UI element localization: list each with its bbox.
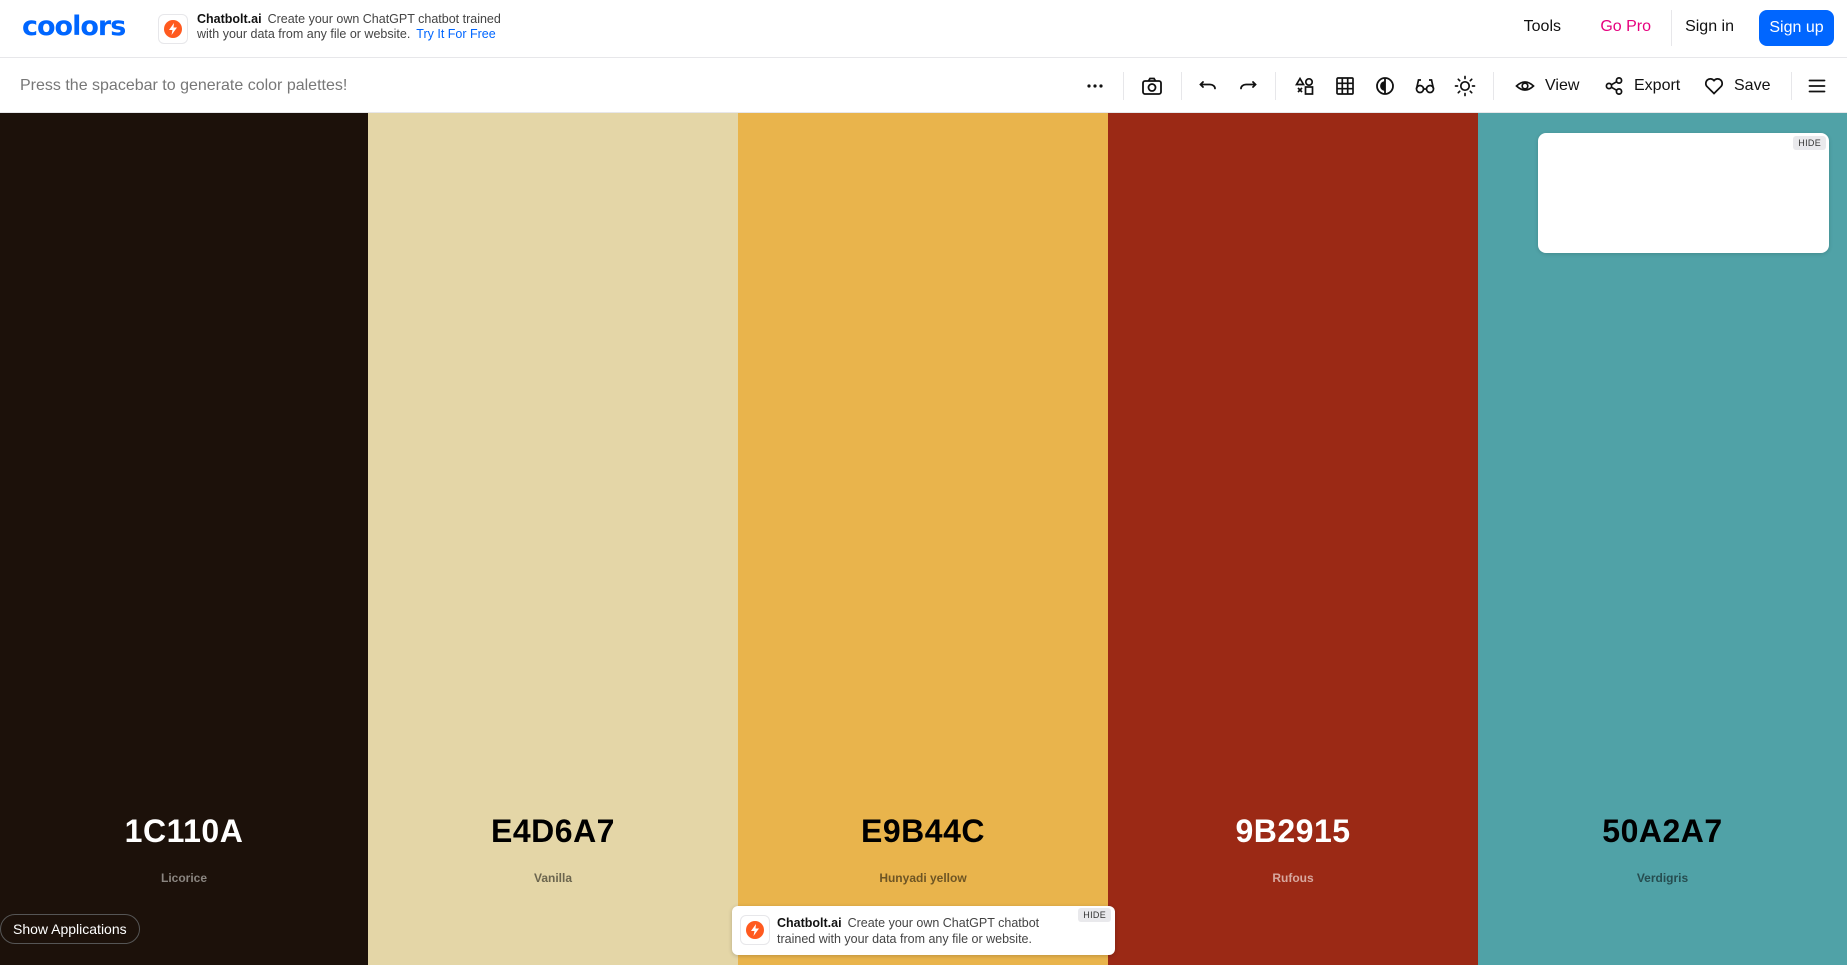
top-ad-line1: Create your own ChatGPT chatbot trained <box>267 12 501 26</box>
toolbar-divider <box>1275 72 1276 100</box>
contrast-icon[interactable] <box>1373 74 1397 98</box>
bottom-ad-text: Chatbolt.ai Create your own ChatGPT chatb… <box>777 915 1077 947</box>
save-button-label: Save <box>1734 77 1771 94</box>
top-ad-brand: Chatbolt.ai <box>197 12 262 26</box>
glasses-icon[interactable] <box>1413 74 1437 98</box>
top-ad-line2: with your data from any file or website. <box>197 27 411 41</box>
swatch-hex-code[interactable]: 50A2A7 <box>1478 813 1847 850</box>
top-navbar: coolors Chatbolt.ai Create your own ChatG… <box>0 0 1847 58</box>
color-swatch[interactable]: 9B2915 Rufous <box>1108 113 1478 965</box>
swatch-hex-code[interactable]: E4D6A7 <box>368 813 738 850</box>
sun-icon[interactable] <box>1453 74 1477 98</box>
eye-icon <box>1515 81 1535 91</box>
spacebar-hint: Press the spacebar to generate color pal… <box>20 77 348 94</box>
bottom-ad-line2: trained with your data from any file or … <box>777 932 1032 946</box>
swatch-color-name: Verdigris <box>1636 871 1689 885</box>
camera-icon[interactable] <box>1140 74 1164 98</box>
bottom-ad-hide-button[interactable]: HIDE <box>1078 908 1111 922</box>
top-ad-text: Chatbolt.ai Create your own ChatGPT chatb… <box>197 12 557 42</box>
bottom-ad-brand: Chatbolt.ai <box>777 916 842 930</box>
side-ad-box: HIDE <box>1538 133 1829 253</box>
bottom-ad-line1: Create your own ChatGPT chatbot <box>847 916 1040 930</box>
bottom-ad-banner[interactable]: Chatbolt.ai Create your own ChatGPT chatb… <box>732 906 1115 955</box>
toolbar-divider <box>1181 72 1182 100</box>
shapes-icon[interactable] <box>1293 74 1317 98</box>
nav-sign-in-link[interactable]: Sign in <box>1685 18 1734 36</box>
view-button-label: View <box>1545 77 1580 94</box>
coolors-logo[interactable]: coolors <box>22 12 126 42</box>
palette-toolbar: Press the spacebar to generate color pal… <box>0 59 1847 113</box>
color-swatch[interactable]: E4D6A7 Vanilla <box>368 113 738 965</box>
export-button[interactable]: Export <box>1604 73 1680 99</box>
show-applications-button[interactable]: Show Applications <box>0 914 140 944</box>
grid-icon[interactable] <box>1333 74 1357 98</box>
top-ad-link[interactable]: Try It For Free <box>416 27 495 41</box>
swatch-color-name: Hunyadi yellow <box>879 871 967 885</box>
color-swatch[interactable]: 1C110A Licorice <box>0 113 368 965</box>
nav-tools-link[interactable]: Tools <box>1524 18 1561 36</box>
chatbolt-logo-icon <box>158 14 188 44</box>
undo-icon[interactable] <box>1196 74 1220 98</box>
toolbar-divider <box>1493 72 1494 100</box>
swatch-hex-code[interactable]: 1C110A <box>0 813 368 850</box>
sign-up-button[interactable]: Sign up <box>1759 10 1834 46</box>
swatch-color-name: Rufous <box>1272 871 1314 885</box>
export-button-label: Export <box>1634 77 1681 94</box>
swatch-hex-code[interactable]: 9B2915 <box>1108 813 1478 850</box>
toolbar-divider <box>1123 72 1124 100</box>
redo-icon[interactable] <box>1236 74 1260 98</box>
swatch-hex-code[interactable]: E9B44C <box>738 813 1108 850</box>
more-icon[interactable] <box>1083 74 1107 98</box>
nav-divider <box>1671 10 1672 46</box>
save-button[interactable]: Save <box>1704 73 1770 99</box>
swatch-color-name: Vanilla <box>533 871 573 885</box>
top-ad-banner[interactable]: Chatbolt.ai Create your own ChatGPT chatb… <box>158 12 558 46</box>
color-swatch[interactable]: E9B44C Hunyadi yellow <box>738 113 1108 965</box>
view-button[interactable]: View <box>1515 73 1579 99</box>
share-icon <box>1605 77 1623 95</box>
menu-icon[interactable] <box>1805 74 1829 98</box>
side-ad-hide-button[interactable]: HIDE <box>1793 136 1826 150</box>
chatbolt-logo-icon <box>740 915 770 945</box>
toolbar-divider <box>1791 72 1792 100</box>
heart-icon <box>1704 78 1724 95</box>
swatch-color-name: Licorice <box>160 871 208 885</box>
nav-go-pro-link[interactable]: Go Pro <box>1600 18 1651 36</box>
